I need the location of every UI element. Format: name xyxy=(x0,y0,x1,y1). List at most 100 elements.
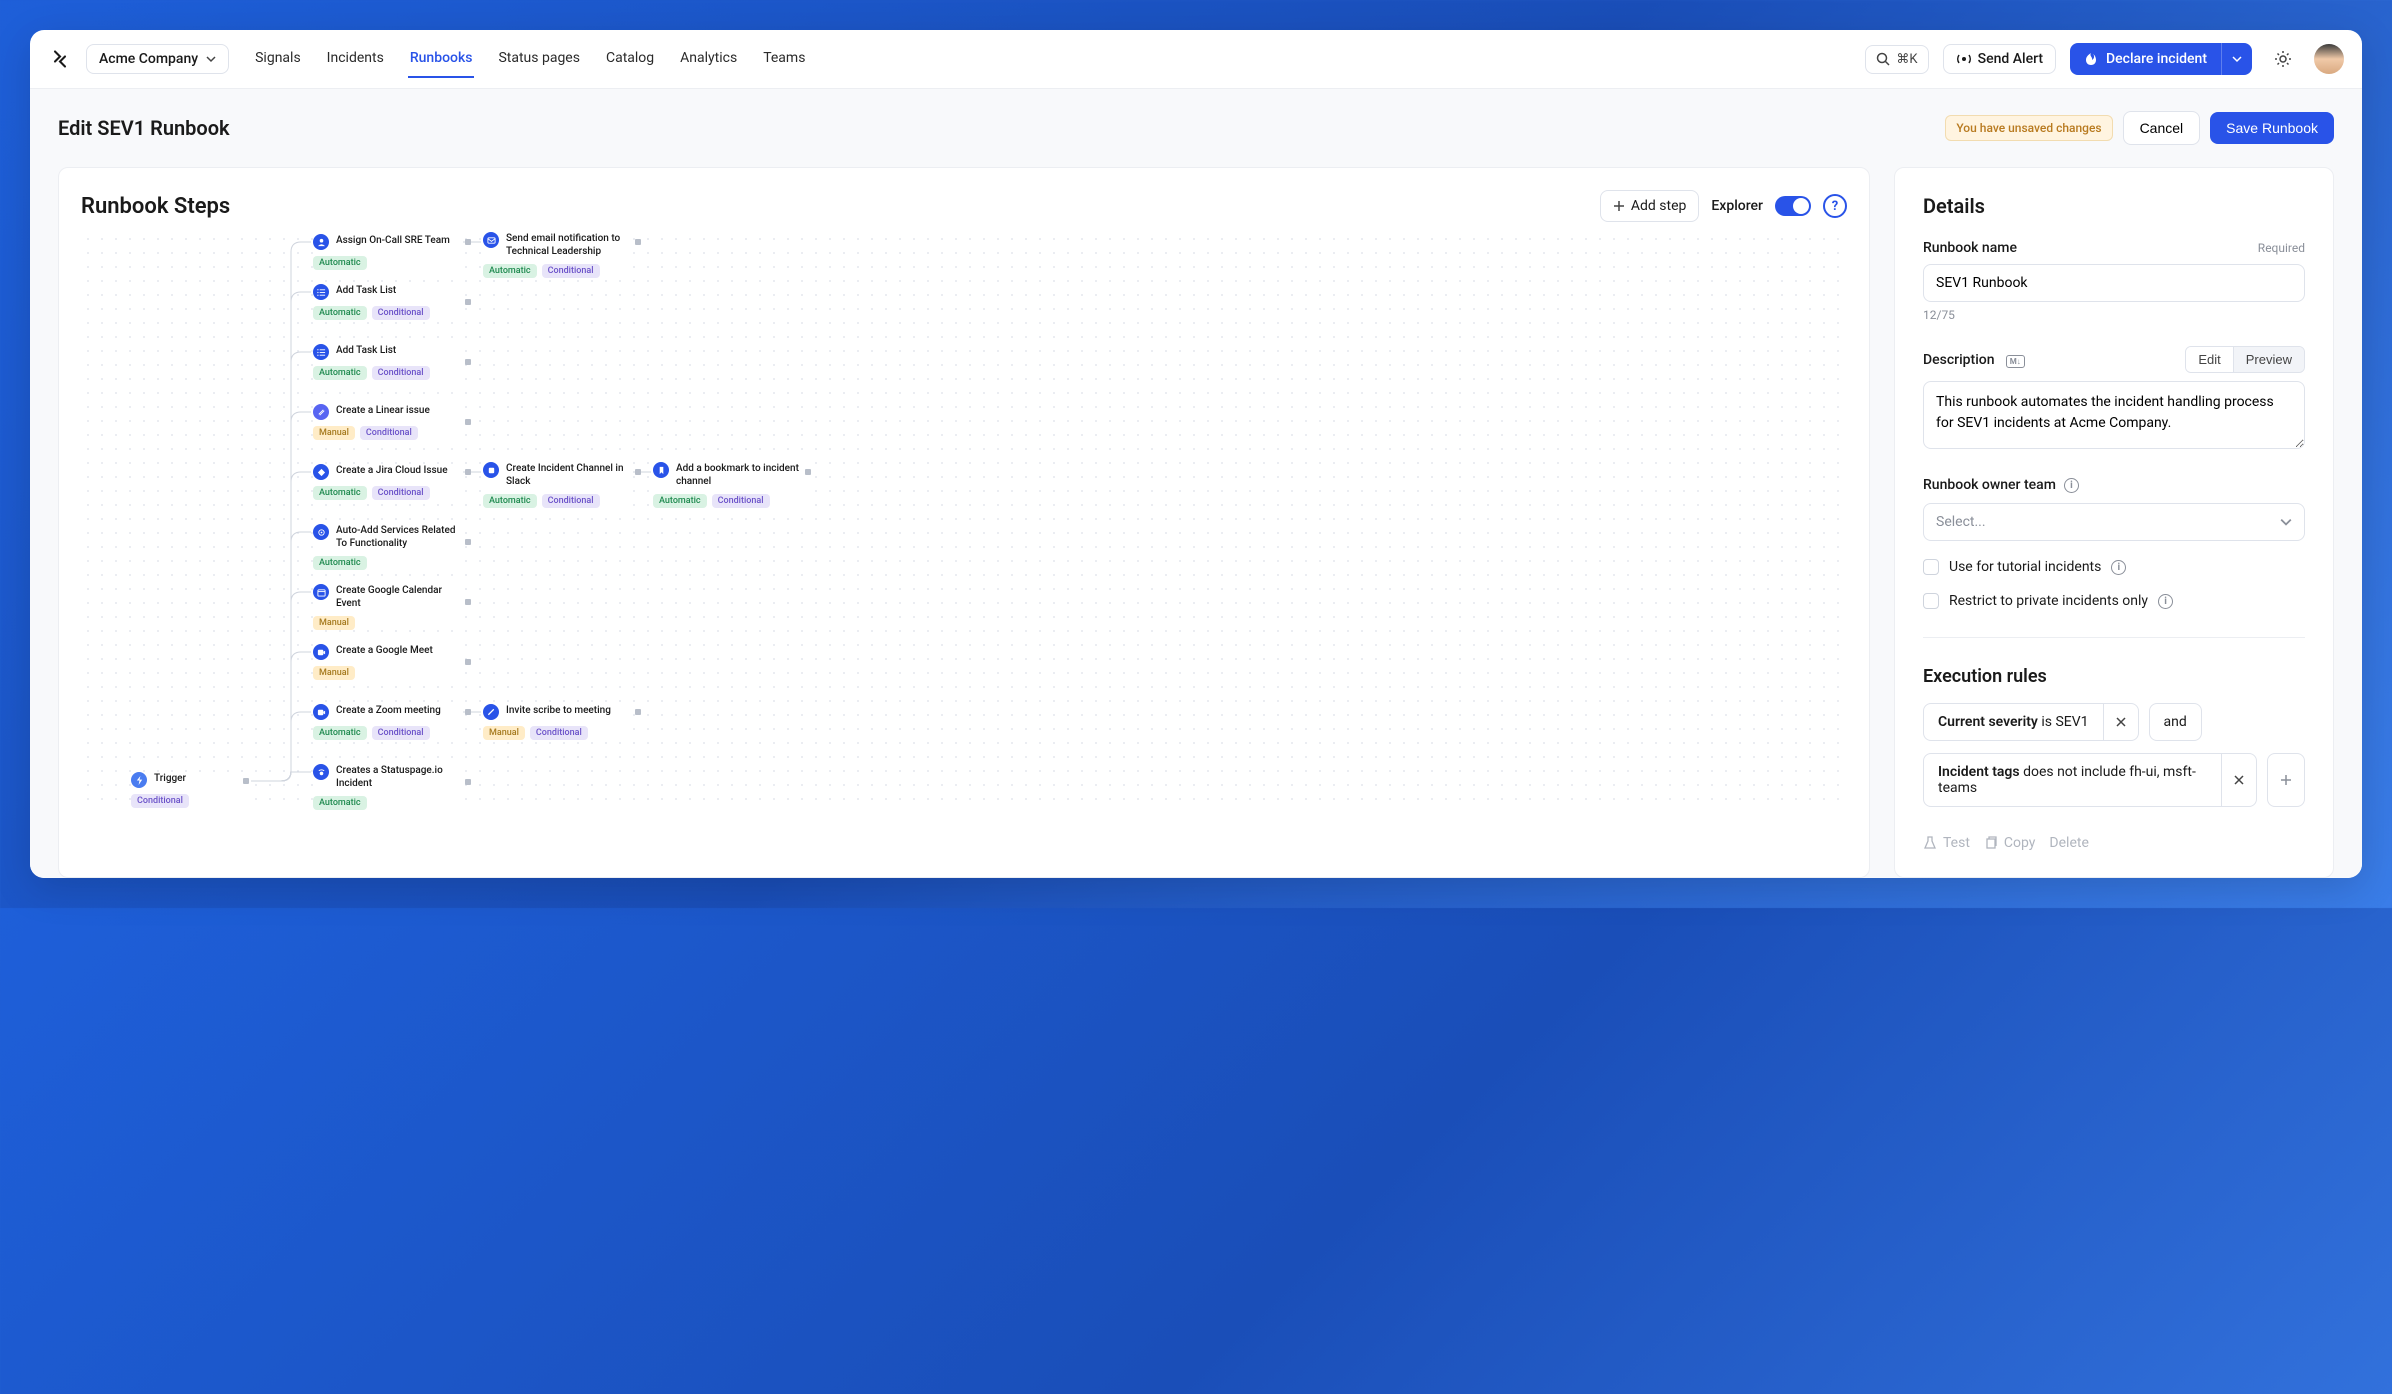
runbook-name-input[interactable] xyxy=(1923,264,2305,302)
restrict-checkbox[interactable] xyxy=(1923,593,1939,609)
nav-incidents[interactable]: Incidents xyxy=(325,40,386,78)
declare-dropdown[interactable] xyxy=(2221,43,2252,75)
step-node[interactable]: Assign On-Call SRE Team Automatic xyxy=(313,234,463,270)
bookmark-icon xyxy=(653,462,669,478)
preview-tab[interactable]: Preview xyxy=(2233,347,2304,372)
logo xyxy=(48,47,72,71)
tag-automatic: Automatic xyxy=(313,726,367,740)
connector-dot[interactable] xyxy=(465,709,471,715)
step-node[interactable]: Create a Linear issue ManualConditional xyxy=(313,404,463,440)
list-icon xyxy=(313,284,329,300)
explorer-toggle[interactable] xyxy=(1775,196,1811,216)
info-icon[interactable]: i xyxy=(2158,594,2173,609)
trigger-node[interactable]: Trigger Conditional xyxy=(131,772,251,808)
nav-teams[interactable]: Teams xyxy=(761,40,807,78)
close-icon xyxy=(2234,775,2244,785)
node-title: Trigger xyxy=(154,772,186,785)
step-node[interactable]: Add a bookmark to incident channel Autom… xyxy=(653,462,803,508)
chevron-down-icon xyxy=(2232,54,2242,64)
rule-chip[interactable]: Current severity is SEV1 xyxy=(1923,703,2139,741)
cancel-button[interactable]: Cancel xyxy=(2123,111,2201,145)
description-label: Description xyxy=(1923,352,1995,368)
tutorial-checkbox[interactable] xyxy=(1923,559,1939,575)
canvas[interactable]: Trigger Conditional Assign On-Call SRE T… xyxy=(81,232,1847,812)
owner-label: Runbook owner team xyxy=(1923,477,2056,493)
connector-dot[interactable] xyxy=(465,359,471,365)
service-icon xyxy=(313,524,329,540)
avatar[interactable] xyxy=(2314,44,2344,74)
subheader: Edit SEV1 Runbook You have unsaved chang… xyxy=(30,89,2362,167)
declare-incident-button[interactable]: Declare incident xyxy=(2070,43,2252,75)
step-node[interactable]: Add Task List AutomaticConditional xyxy=(313,344,463,380)
step-node[interactable]: Create a Jira Cloud Issue AutomaticCondi… xyxy=(313,464,463,500)
search-icon xyxy=(1876,52,1890,66)
and-chip[interactable]: and xyxy=(2149,703,2202,741)
nav-status-pages[interactable]: Status pages xyxy=(496,40,582,78)
info-icon[interactable]: i xyxy=(2064,478,2079,493)
node-title: Assign On-Call SRE Team xyxy=(336,234,450,247)
nav-runbooks[interactable]: Runbooks xyxy=(408,40,475,78)
rule-chip[interactable]: Incident tags does not include fh-ui, ms… xyxy=(1923,753,2257,807)
step-node[interactable]: Invite scribe to meeting ManualCondition… xyxy=(483,704,633,740)
required-tag: Required xyxy=(2258,241,2305,255)
connector-dot[interactable] xyxy=(635,469,641,475)
step-node[interactable]: Creates a Statuspage.io Incident Automat… xyxy=(313,764,463,810)
remove-rule-button[interactable] xyxy=(2103,704,2138,740)
step-node[interactable]: Create a Zoom meeting AutomaticCondition… xyxy=(313,704,463,740)
connector-dot[interactable] xyxy=(243,778,249,784)
connector-dot[interactable] xyxy=(635,709,641,715)
add-step-button[interactable]: Add step xyxy=(1600,190,1700,222)
help-button[interactable]: ? xyxy=(1823,194,1847,218)
tag-manual: Manual xyxy=(483,726,525,740)
chevron-down-icon xyxy=(2280,516,2292,528)
connector-dot[interactable] xyxy=(465,419,471,425)
save-runbook-button[interactable]: Save Runbook xyxy=(2210,112,2334,144)
node-title: Add Task List xyxy=(336,284,396,297)
node-title: Add a bookmark to incident channel xyxy=(676,462,803,488)
step-node[interactable]: Send email notification to Technical Lea… xyxy=(483,232,633,278)
bolt-icon xyxy=(131,772,147,788)
settings-button[interactable] xyxy=(2266,42,2300,76)
remove-rule-button[interactable] xyxy=(2221,754,2256,806)
edit-tab[interactable]: Edit xyxy=(2186,347,2232,372)
nav-signals[interactable]: Signals xyxy=(253,40,303,78)
calendar-icon xyxy=(313,584,329,600)
send-alert-button[interactable]: Send Alert xyxy=(1943,44,2056,74)
owner-team-select[interactable]: Select... xyxy=(1923,503,2305,541)
info-icon[interactable]: i xyxy=(2111,560,2126,575)
add-rule-button[interactable] xyxy=(2267,753,2305,807)
connector-dot[interactable] xyxy=(465,539,471,545)
connector-dot[interactable] xyxy=(465,599,471,605)
connector-dot[interactable] xyxy=(465,299,471,305)
meet-icon xyxy=(313,644,329,660)
connector-dot[interactable] xyxy=(805,469,811,475)
search-button[interactable]: ⌘K xyxy=(1865,45,1928,74)
tag-conditional: Conditional xyxy=(131,794,189,808)
connector-dot[interactable] xyxy=(635,239,641,245)
test-button[interactable]: Test xyxy=(1923,835,1970,851)
copy-button[interactable]: Copy xyxy=(1984,835,2036,851)
connector-dot[interactable] xyxy=(465,779,471,785)
nav-analytics[interactable]: Analytics xyxy=(678,40,739,78)
select-placeholder: Select... xyxy=(1936,514,1986,530)
node-title: Auto-Add Services Related To Functionali… xyxy=(336,524,463,550)
delete-button[interactable]: Delete xyxy=(2049,835,2088,851)
connector-dot[interactable] xyxy=(465,239,471,245)
nav-catalog[interactable]: Catalog xyxy=(604,40,656,78)
step-node[interactable]: Create Google Calendar Event Manual xyxy=(313,584,463,630)
company-select[interactable]: Acme Company xyxy=(86,44,229,74)
step-node[interactable]: Add Task List AutomaticConditional xyxy=(313,284,463,320)
details-panel: Details Runbook name Required 12/75 Desc… xyxy=(1894,167,2334,878)
tag-manual: Manual xyxy=(313,666,355,680)
tag-conditional: Conditional xyxy=(372,486,430,500)
step-node[interactable]: Create Incident Channel in Slack Automat… xyxy=(483,462,633,508)
step-node[interactable]: Create a Google Meet Manual xyxy=(313,644,463,680)
connector-dot[interactable] xyxy=(465,469,471,475)
execution-rules-title: Execution rules xyxy=(1923,666,2305,687)
description-textarea[interactable]: This runbook automates the incident hand… xyxy=(1923,381,2305,449)
connector-dot[interactable] xyxy=(465,659,471,665)
tag-automatic: Automatic xyxy=(483,264,537,278)
tag-conditional: Conditional xyxy=(360,426,418,440)
tag-conditional: Conditional xyxy=(712,494,770,508)
step-node[interactable]: Auto-Add Services Related To Functionali… xyxy=(313,524,463,570)
